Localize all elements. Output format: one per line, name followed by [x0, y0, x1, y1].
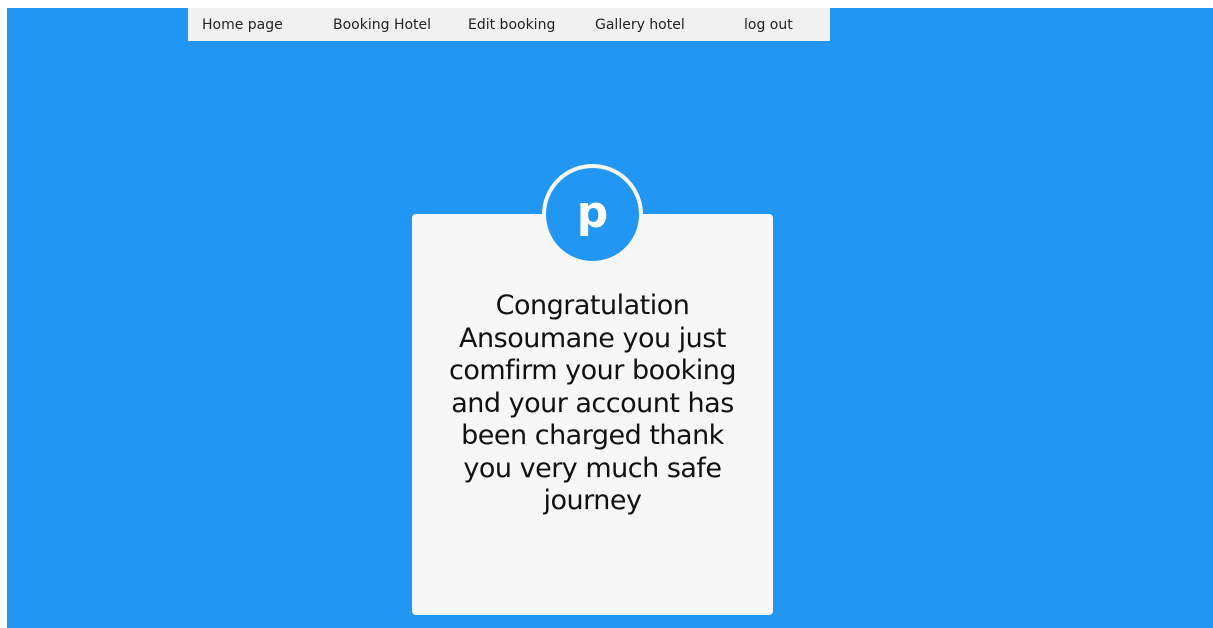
confirmation-card: Congratulation Ansoumane you just comfir… — [412, 214, 773, 615]
nav-home-page-link[interactable]: Home page — [202, 17, 283, 33]
confirmation-message: Congratulation Ansoumane you just comfir… — [448, 290, 737, 516]
nav-booking-hotel-link[interactable]: Booking Hotel — [333, 17, 431, 33]
logo-letter: p — [576, 186, 609, 238]
nav-gallery-hotel-link[interactable]: Gallery hotel — [595, 17, 685, 33]
nav-edit-booking-link[interactable]: Edit booking — [468, 17, 555, 33]
nav-log-out-link[interactable]: log out — [744, 17, 793, 33]
page-background: Home page Booking Hotel Edit booking Gal… — [7, 8, 1213, 628]
logo-badge: p — [542, 164, 643, 265]
top-navbar: Home page Booking Hotel Edit booking Gal… — [188, 8, 830, 41]
